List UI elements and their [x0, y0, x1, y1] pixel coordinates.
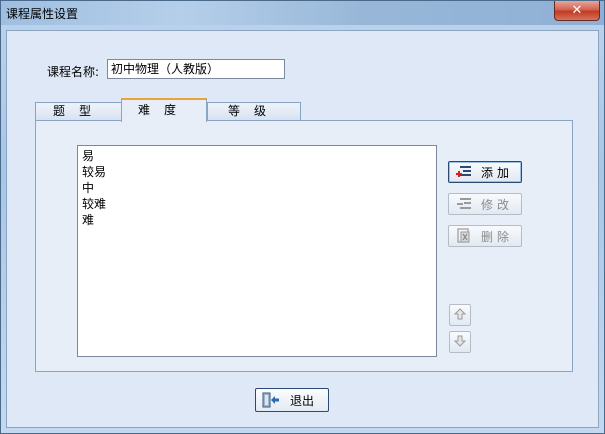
tab-panel-difficulty: 易 较易 中 较难 难 添加 修改 删除	[35, 120, 573, 372]
exit-icon	[262, 392, 280, 408]
delete-icon	[455, 228, 473, 244]
delete-button[interactable]: 删除	[448, 225, 522, 247]
tab-strip: 题型 难度 等级	[35, 98, 335, 122]
add-icon	[455, 164, 473, 180]
arrow-down-icon	[453, 334, 467, 351]
course-name-input[interactable]: 初中物理（人教版）	[107, 59, 285, 79]
tab-difficulty[interactable]: 难度	[121, 98, 207, 122]
course-name-label: 课程名称:	[47, 65, 100, 79]
title-bar[interactable]: 课程属性设置 ✕	[1, 1, 604, 25]
arrow-up-icon	[453, 307, 467, 324]
add-button[interactable]: 添加	[448, 161, 522, 183]
delete-button-label: 删除	[481, 229, 514, 244]
list-item[interactable]: 中	[82, 180, 432, 196]
exit-button-label: 退出	[290, 393, 315, 408]
edit-icon	[455, 196, 473, 212]
close-icon: ✕	[571, 3, 583, 18]
dialog-window: 课程属性设置 ✕ 课程名称: 初中物理（人教版） 题型 难度 等级 易 较易 中…	[0, 0, 605, 434]
difficulty-listbox[interactable]: 易 较易 中 较难 难	[77, 145, 437, 357]
exit-button[interactable]: 退出	[255, 388, 329, 412]
edit-button[interactable]: 修改	[448, 193, 522, 215]
tab-label: 难度	[137, 103, 190, 117]
move-up-button[interactable]	[449, 304, 471, 326]
list-item[interactable]: 较易	[82, 164, 432, 180]
dialog-body: 课程名称: 初中物理（人教版） 题型 难度 等级 易 较易 中 较难 难 添加 …	[6, 30, 599, 428]
tab-question-type[interactable]: 题型	[35, 102, 123, 121]
list-item[interactable]: 较难	[82, 196, 432, 212]
tab-label: 等级	[227, 104, 280, 118]
list-item[interactable]: 难	[82, 212, 432, 228]
window-title: 课程属性设置	[6, 7, 79, 21]
close-button[interactable]: ✕	[554, 1, 600, 21]
tab-level[interactable]: 等级	[207, 102, 301, 121]
edit-button-label: 修改	[481, 197, 514, 212]
move-down-button[interactable]	[449, 331, 471, 353]
tab-label: 题型	[52, 104, 105, 118]
list-item[interactable]: 易	[82, 148, 432, 164]
add-button-label: 添加	[481, 165, 514, 180]
